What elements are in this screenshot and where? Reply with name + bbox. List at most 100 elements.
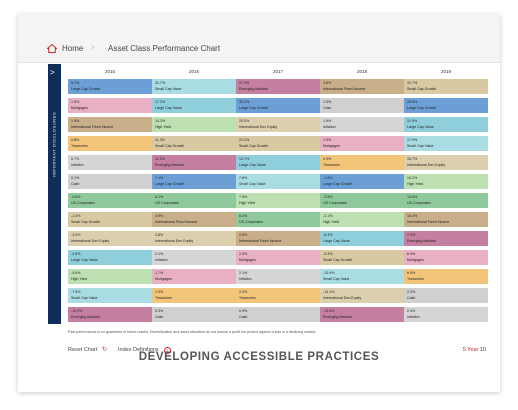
asset-class-cell[interactable]: -8.3% Large Cap Value bbox=[320, 231, 404, 246]
cell-return-value: 0.3% bbox=[155, 308, 164, 313]
asset-class-cell[interactable]: -3.8% Large Cap Value bbox=[68, 250, 152, 265]
cell-return-value: -14.9% bbox=[71, 308, 83, 313]
cell-return-value: 2.8% bbox=[155, 232, 164, 237]
asset-class-cell[interactable]: 2.3% Treasuries bbox=[236, 288, 320, 303]
cell-return-value: 6.4% bbox=[239, 213, 248, 218]
asset-class-cell[interactable]: 2.3% Inflation bbox=[404, 307, 488, 322]
asset-class-cell[interactable]: 1.9% Inflation bbox=[320, 117, 404, 132]
asset-class-cell[interactable]: 6.1% US Corporates bbox=[152, 193, 236, 208]
asset-class-cell[interactable]: 7.5% High Yield bbox=[236, 193, 320, 208]
asset-class-cell[interactable]: 0.9% Cash bbox=[236, 307, 320, 322]
asset-class-cell[interactable]: 14.2% High Yield bbox=[404, 174, 488, 189]
cell-asset-name: US Corporates bbox=[155, 200, 179, 205]
disclosures-sidebar-tab[interactable]: > IMPORTANT DISCLOSURES bbox=[48, 64, 61, 324]
asset-class-cell[interactable]: 1.4% International Fixed Income bbox=[68, 117, 152, 132]
asset-class-cell[interactable]: 31.7% Small Cap Growth bbox=[404, 79, 488, 94]
asset-class-cell[interactable]: 0.8% Treasuries bbox=[68, 136, 152, 151]
asset-class-cell[interactable]: 17.3% Large Cap Value bbox=[152, 98, 236, 113]
expand-arrow-icon[interactable]: > bbox=[50, 68, 55, 77]
asset-class-cell[interactable]: 25.0% International Dev Equity bbox=[236, 117, 320, 132]
asset-class-cell[interactable]: -2.5% US Corporates bbox=[320, 193, 404, 208]
asset-class-cell[interactable]: 1.7% Mortgages bbox=[152, 269, 236, 284]
page-title: Asset Class Performance Chart bbox=[108, 44, 221, 53]
asset-class-cell[interactable]: 13.5% US Corporates bbox=[404, 193, 488, 208]
asset-class-cell[interactable]: 6.4% US Corporates bbox=[236, 212, 320, 227]
asset-class-cell[interactable]: 2.3% Cash bbox=[404, 288, 488, 303]
asset-class-cell[interactable]: -12.9% Small Cap Value bbox=[320, 269, 404, 284]
asset-class-cell[interactable]: 37.3% Emerging Markets bbox=[236, 79, 320, 94]
asset-class-cell[interactable]: -2.1% High Yield bbox=[320, 212, 404, 227]
asset-class-cell[interactable]: 6.4% Mortgages bbox=[404, 250, 488, 265]
asset-class-cell[interactable]: 2.5% International Fixed Income bbox=[236, 231, 320, 246]
asset-class-cell[interactable]: -7.5% Small Cap Value bbox=[68, 288, 152, 303]
asset-class-cell[interactable]: 21.9% Large Cap Value bbox=[404, 117, 488, 132]
cell-return-value: 0.1% bbox=[71, 175, 80, 180]
cell-asset-name: High Yield bbox=[407, 181, 424, 186]
cell-return-value: -9.3% bbox=[323, 251, 333, 256]
asset-class-cell[interactable]: 1.9% Cash bbox=[320, 98, 404, 113]
cell-return-value: 17.9% bbox=[407, 137, 418, 142]
asset-class-cell[interactable]: 1.0% Treasuries bbox=[152, 288, 236, 303]
asset-class-cell[interactable]: 4.9% International Fixed Income bbox=[152, 212, 236, 227]
asset-class-cell[interactable]: -14.6% Emerging Markets bbox=[320, 307, 404, 322]
asset-class-cell[interactable]: 3.6% International Fixed Income bbox=[320, 79, 404, 94]
cell-return-value: 2.5% bbox=[239, 232, 248, 237]
cell-asset-name: Mortgages bbox=[407, 257, 424, 262]
asset-class-cell[interactable]: 22.2% Small Cap Growth bbox=[236, 136, 320, 151]
asset-class-cell[interactable]: 5.7% Large Cap Growth bbox=[68, 79, 152, 94]
asset-class-cell[interactable]: 0.1% Cash bbox=[68, 174, 152, 189]
cell-return-value: -3.8% bbox=[71, 251, 81, 256]
asset-class-cell[interactable]: 0.9% Treasuries bbox=[320, 155, 404, 170]
cell-return-value: -14.1% bbox=[323, 289, 335, 294]
asset-class-cell[interactable]: -14.9% Emerging Markets bbox=[68, 307, 152, 322]
cell-return-value: 1.0% bbox=[155, 289, 164, 294]
asset-class-cell[interactable]: 2.1% Inflation bbox=[152, 250, 236, 265]
cell-return-value: 6.4% bbox=[407, 251, 416, 256]
asset-class-cell[interactable]: 7.8% Small Cap Value bbox=[236, 174, 320, 189]
cell-asset-name: Inflation bbox=[239, 276, 252, 281]
cell-return-value: 1.0% bbox=[323, 137, 332, 142]
asset-class-cell[interactable]: 30.2% Large Cap Growth bbox=[236, 98, 320, 113]
asset-class-cell[interactable]: 26.5% Large Cap Growth bbox=[404, 98, 488, 113]
cell-asset-name: High Yield bbox=[323, 219, 340, 224]
asset-class-cell[interactable]: 7.1% Large Cap Growth bbox=[152, 174, 236, 189]
asset-class-cell[interactable]: 2.1% Inflation bbox=[236, 269, 320, 284]
asset-class-cell[interactable]: -9.3% Small Cap Growth bbox=[320, 250, 404, 265]
asset-class-cell[interactable]: -1.5% Large Cap Growth bbox=[320, 174, 404, 189]
asset-class-cell[interactable]: -4.6% High Yield bbox=[68, 269, 152, 284]
asset-class-cell[interactable]: 1.5% Mortgages bbox=[68, 98, 152, 113]
asset-class-cell[interactable]: -14.1% International Dev Equity bbox=[320, 288, 404, 303]
asset-class-cell[interactable]: 2.8% International Dev Equity bbox=[152, 231, 236, 246]
asset-class-cell[interactable]: 2.5% Mortgages bbox=[236, 250, 320, 265]
asset-class-cell[interactable]: 1.0% Mortgages bbox=[320, 136, 404, 151]
cell-return-value: 31.7% bbox=[155, 80, 166, 85]
asset-class-cell[interactable]: 7.0% Emerging Markets bbox=[404, 231, 488, 246]
asset-class-cell[interactable]: 17.9% Small Cap Value bbox=[404, 136, 488, 151]
asset-class-cell[interactable]: -3.0% International Dev Equity bbox=[68, 231, 152, 246]
asset-class-cell[interactable]: 6.9% Treasuries bbox=[404, 269, 488, 284]
cell-return-value: 11.2% bbox=[155, 156, 165, 161]
cell-asset-name: Treasuries bbox=[239, 295, 256, 300]
asset-class-cell[interactable]: 14.3% High Yield bbox=[152, 117, 236, 132]
asset-class-cell[interactable]: 11.2% Emerging Markets bbox=[152, 155, 236, 170]
asset-class-cell[interactable]: 10.4% International Fixed Income bbox=[404, 212, 488, 227]
asset-class-cell[interactable]: 13.7% Large Cap Value bbox=[236, 155, 320, 170]
cell-asset-name: Small Cap Value bbox=[71, 295, 98, 300]
cell-return-value: -7.5% bbox=[71, 289, 81, 294]
cell-asset-name: Treasuries bbox=[323, 162, 340, 167]
asset-class-cell[interactable]: 15.7% International Dev Equity bbox=[404, 155, 488, 170]
asset-class-cell[interactable]: 11.3% Small Cap Growth bbox=[152, 136, 236, 151]
cell-return-value: -2.1% bbox=[323, 213, 333, 218]
asset-class-cell[interactable]: -0.6% US Corporates bbox=[68, 193, 152, 208]
asset-class-cell[interactable]: 0.7% Inflation bbox=[68, 155, 152, 170]
asset-class-cell[interactable]: 31.7% Small Cap Value bbox=[152, 79, 236, 94]
home-icon[interactable] bbox=[47, 44, 57, 53]
breadcrumb-home[interactable]: Home bbox=[62, 44, 83, 53]
cell-asset-name: Mortgages bbox=[239, 257, 256, 262]
cell-return-value: 3.6% bbox=[323, 80, 332, 85]
cell-return-value: 21.9% bbox=[407, 118, 418, 123]
cell-asset-name: Small Cap Growth bbox=[239, 143, 269, 148]
asset-class-cell[interactable]: -1.4% Small Cap Growth bbox=[68, 212, 152, 227]
asset-class-cell[interactable]: 0.3% Cash bbox=[152, 307, 236, 322]
cell-return-value: -1.5% bbox=[323, 175, 333, 180]
